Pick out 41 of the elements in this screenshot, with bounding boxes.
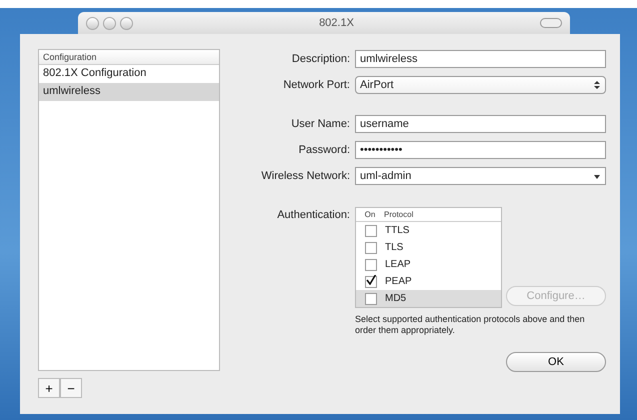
field-label: Password: <box>298 144 351 156</box>
window-title: 802.1X <box>318 17 355 29</box>
column-header: On <box>364 210 376 219</box>
field-label: Wireless Network: <box>260 170 351 182</box>
table-row[interactable]: LEAP <box>356 256 501 273</box>
input-field[interactable]: ••••••••••• <box>355 140 606 158</box>
input-field[interactable]: umlwireless <box>355 50 606 68</box>
column-header: Configuration <box>39 50 219 65</box>
protocol-name: TLS <box>385 242 404 253</box>
combo-box[interactable]: uml-admin <box>355 166 606 184</box>
checkbox[interactable] <box>365 292 377 304</box>
window-control-icon[interactable] <box>120 16 133 30</box>
checkbox[interactable] <box>365 276 377 288</box>
table-row[interactable]: PEAP <box>356 273 501 290</box>
checkbox[interactable] <box>365 258 377 270</box>
remove-button[interactable]: − <box>60 378 82 398</box>
ok-button[interactable]: OK <box>506 352 606 372</box>
list-item[interactable]: 802.1X Configuration <box>39 65 219 83</box>
table-row[interactable]: TLS <box>356 239 501 256</box>
protocol-name: LEAP <box>385 259 411 270</box>
input-field[interactable]: username <box>355 114 606 132</box>
add-button[interactable]: + <box>38 378 60 398</box>
help-text: Select supported authentication protocols above and then order them appropriately. <box>355 314 586 336</box>
stepper-arrows-icon <box>593 80 601 90</box>
popup-menu[interactable]: AirPort <box>355 76 606 94</box>
table-row[interactable]: TTLS <box>356 222 501 239</box>
list-item[interactable]: umlwireless <box>39 83 219 101</box>
protocol-name: TTLS <box>385 225 410 236</box>
table-row[interactable]: MD5 <box>356 290 501 307</box>
checkbox[interactable] <box>365 224 377 236</box>
field-label: Description: <box>290 52 351 64</box>
field-label: User Name: <box>290 118 351 130</box>
window-control-icon[interactable] <box>103 16 116 30</box>
protocol-name: PEAP <box>385 276 412 287</box>
field-label: Network Port: <box>282 78 351 90</box>
column-header: Protocol <box>384 210 414 219</box>
checkbox[interactable] <box>365 242 377 254</box>
window-control-icon[interactable] <box>86 16 99 30</box>
protocol-name: MD5 <box>385 293 406 304</box>
field-label: Authentication: <box>276 208 351 223</box>
toolbar-toggle-icon[interactable] <box>540 18 562 28</box>
